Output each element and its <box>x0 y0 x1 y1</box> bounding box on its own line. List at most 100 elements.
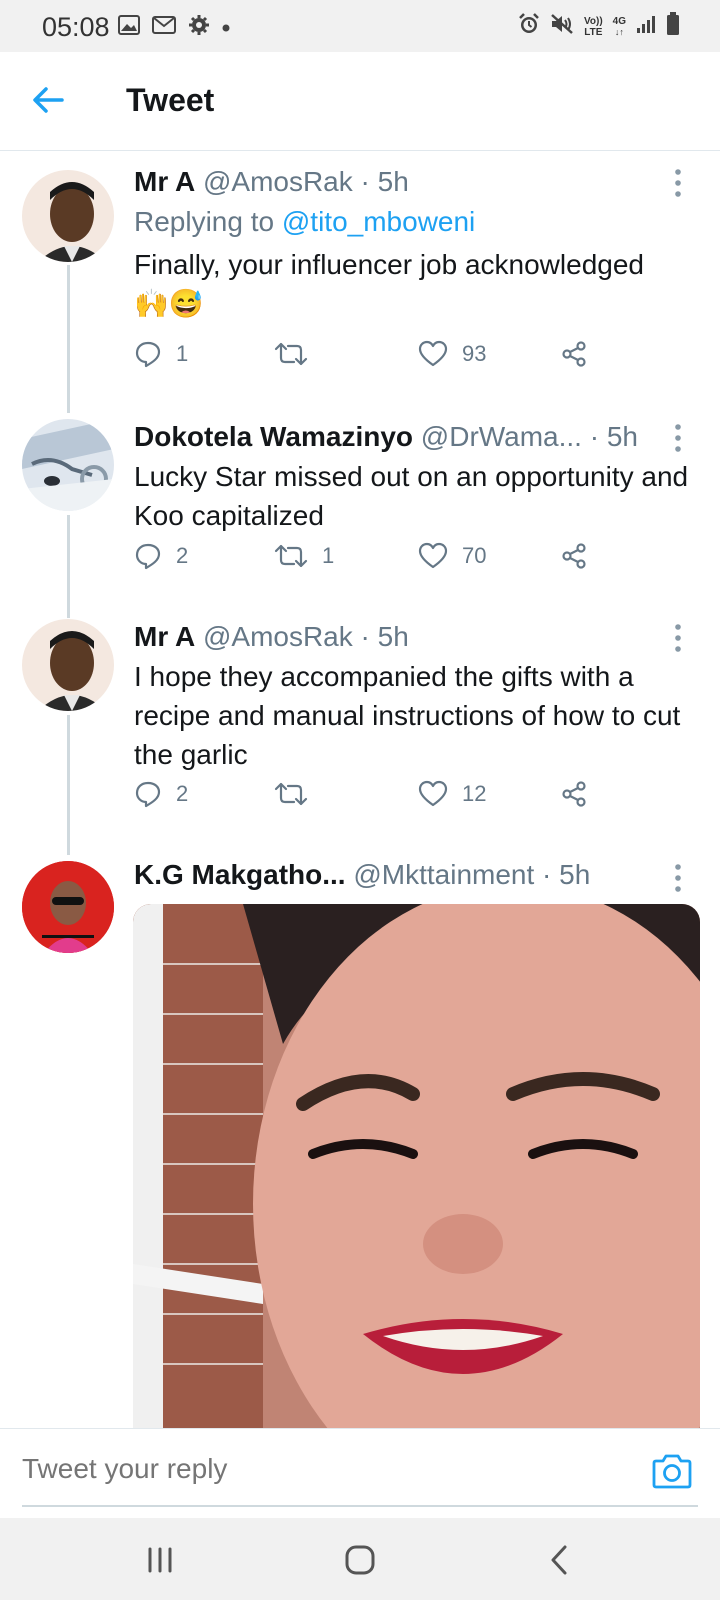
status-time: 05:08 <box>42 12 110 42</box>
back-icon <box>551 1545 567 1575</box>
dot-icon <box>222 19 230 37</box>
tweet[interactable]: Mr A @AmosRak · 5h I hope they accompani… <box>0 605 720 845</box>
user-handle[interactable]: @AmosRak <box>203 621 353 652</box>
mention-link[interactable]: @tito_mboweni <box>282 206 475 237</box>
reply-underline <box>22 1505 698 1507</box>
share-icon <box>562 341 586 367</box>
retweet-button[interactable]: 1 <box>274 542 334 570</box>
heart-icon <box>418 780 448 807</box>
network-4g-icon: 4G ↓↑ <box>612 15 626 37</box>
retweet-button[interactable] <box>274 780 322 808</box>
alarm-icon <box>518 13 540 40</box>
gmail-icon <box>152 16 176 39</box>
reply-bar <box>0 1428 720 1519</box>
image-icon <box>118 15 140 40</box>
share-icon <box>562 543 586 569</box>
nav-back-button[interactable] <box>540 1540 580 1580</box>
arrow-left-icon <box>33 87 64 113</box>
user-handle[interactable]: @Mkttainment <box>353 859 534 890</box>
reply-count: 2 <box>176 543 189 568</box>
reply-button[interactable]: 2 <box>134 780 188 808</box>
reply-count: 2 <box>176 781 189 806</box>
reply-icon <box>135 781 161 808</box>
reply-count: 1 <box>176 341 189 366</box>
user-handle[interactable]: @DrWama... <box>421 421 582 452</box>
tweet-actions: 2 1 70 <box>134 542 634 582</box>
more-options-icon[interactable] <box>674 863 682 893</box>
retweet-icon <box>274 544 308 568</box>
like-count: 93 <box>462 341 487 366</box>
reply-icon <box>135 341 161 368</box>
tweet-text: I hope they accompanied the gifts with a… <box>134 661 681 770</box>
retweet-icon <box>274 342 308 366</box>
tweet-time: · 5h <box>581 421 638 452</box>
recents-icon <box>148 1547 172 1573</box>
share-button[interactable] <box>560 780 588 808</box>
tweet-body: Finally, your influencer job acknowledge… <box>134 249 644 280</box>
like-button[interactable]: 12 <box>418 780 486 808</box>
retweet-count: 1 <box>322 543 335 568</box>
tweet-header: Mr A @AmosRak · 5h <box>134 621 409 653</box>
network-text: 4G <box>612 15 626 27</box>
avatar[interactable] <box>22 619 114 711</box>
like-button[interactable]: 93 <box>418 340 486 368</box>
signal-icon <box>636 14 656 39</box>
tweet-actions: 1 93 <box>134 340 634 380</box>
like-button[interactable]: 70 <box>418 542 486 570</box>
volte-bottom-text: LTE <box>584 26 603 38</box>
tweet-header: Mr A @AmosRak · 5h <box>134 166 409 198</box>
page-title: Tweet <box>126 82 215 118</box>
reply-input[interactable] <box>22 1453 602 1485</box>
tweet-text: Lucky Star missed out on an opportunity … <box>134 461 689 531</box>
retweet-button[interactable] <box>274 340 322 368</box>
like-count: 70 <box>462 543 487 568</box>
heart-icon <box>418 340 448 367</box>
home-icon <box>345 1545 375 1575</box>
user-handle[interactable]: @AmosRak <box>203 166 353 197</box>
share-button[interactable] <box>560 542 588 570</box>
volte-icon: Vo)) LTE <box>584 16 603 38</box>
avatar[interactable] <box>22 861 114 953</box>
tweet-time: · 5h <box>352 166 409 197</box>
display-name[interactable]: Mr A <box>134 621 195 652</box>
home-button[interactable] <box>340 1540 380 1580</box>
settings-icon <box>188 14 210 41</box>
back-button[interactable] <box>28 80 68 120</box>
reply-button[interactable]: 2 <box>134 542 188 570</box>
avatar[interactable] <box>22 170 114 262</box>
tweet-time: · 5h <box>352 621 409 652</box>
reply-button[interactable]: 1 <box>134 340 188 368</box>
more-options-icon[interactable] <box>674 623 682 653</box>
recents-button[interactable] <box>140 1540 180 1580</box>
display-name[interactable]: K.G Makgatho... <box>134 859 346 890</box>
share-icon <box>562 781 586 807</box>
tweet-header: Dokotela Wamazinyo @DrWama... · 5h <box>134 421 638 453</box>
share-button[interactable] <box>560 340 588 368</box>
system-nav-bar <box>0 1518 720 1600</box>
tweet-text: Finally, your influencer job acknowledge… <box>134 245 694 323</box>
avatar[interactable] <box>22 419 114 511</box>
replying-prefix: Replying to <box>134 206 282 237</box>
battery-icon <box>666 12 680 41</box>
tweet-time: · 5h <box>534 859 591 890</box>
app-bar: Tweet <box>0 52 720 151</box>
tweet-actions: 2 12 <box>134 780 634 820</box>
tweet-media-photo[interactable] <box>133 904 700 1429</box>
more-options-icon[interactable] <box>674 423 682 453</box>
display-name[interactable]: Mr A <box>134 166 195 197</box>
display-name[interactable]: Dokotela Wamazinyo <box>134 421 413 452</box>
camera-button[interactable] <box>650 1449 694 1493</box>
tweet[interactable]: Mr A @AmosRak · 5h Replying to @tito_mbo… <box>0 150 720 405</box>
reply-icon <box>135 543 161 570</box>
replying-to: Replying to @tito_mboweni <box>134 206 475 238</box>
status-bar: 05:08 Vo)) LTE 4G ↓↑ <box>0 0 720 52</box>
volte-top-text: Vo)) <box>583 15 603 27</box>
retweet-icon <box>274 782 308 806</box>
heart-icon <box>418 542 448 569</box>
camera-icon <box>652 1454 692 1489</box>
tweet[interactable]: Dokotela Wamazinyo @DrWama... · 5h Lucky… <box>0 405 720 605</box>
more-options-icon[interactable] <box>674 168 682 198</box>
tweet-header: K.G Makgatho... @Mkttainment · 5h <box>134 859 590 891</box>
like-count: 12 <box>462 781 487 806</box>
emoji: 🙌😅 <box>134 288 204 319</box>
